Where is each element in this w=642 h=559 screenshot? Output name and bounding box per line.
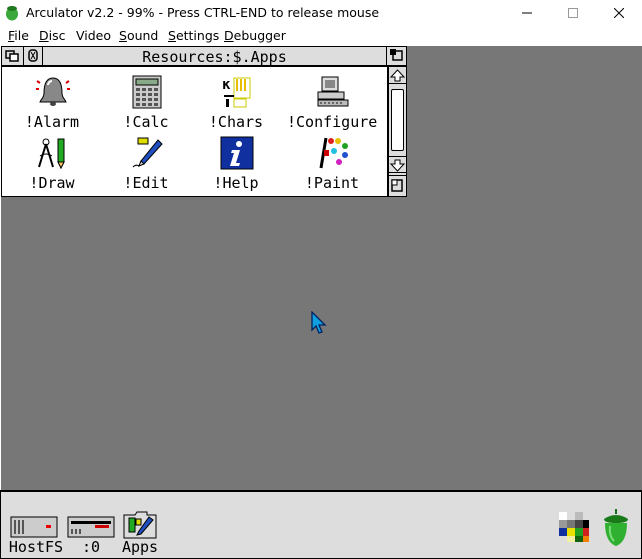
- toggle-size-icon: [390, 49, 403, 61]
- computer-icon: [317, 76, 349, 107]
- menu-label: ebugger: [233, 28, 286, 43]
- display-manager-icon: [559, 512, 589, 542]
- menu-debugger[interactable]: Debugger: [224, 28, 286, 43]
- window-title: Arculator v2.2 - 99% - Press CTRL-END to…: [26, 5, 380, 20]
- scroll-up-button[interactable]: [389, 67, 406, 84]
- menu-accel: S: [168, 28, 176, 43]
- back-button[interactable]: [2, 47, 24, 65]
- acorn-task-manager-icon: [604, 509, 628, 546]
- apps-folder-icon: [123, 511, 157, 539]
- bell-icon: [36, 77, 70, 106]
- minimize-button[interactable]: [504, 0, 550, 26]
- close-icon: [614, 8, 624, 18]
- maximize-button[interactable]: [550, 0, 596, 26]
- menu-label: ile: [14, 28, 29, 43]
- vertical-scrollbar[interactable]: [387, 67, 406, 196]
- palette-icon: [319, 137, 348, 169]
- hard-drive-icon: [10, 516, 58, 538]
- filer-close-button[interactable]: [24, 47, 43, 65]
- app-calc[interactable]: !Calc: [101, 75, 191, 135]
- app-label: !Edit: [123, 174, 169, 192]
- app-alarm[interactable]: !Alarm: [7, 75, 97, 135]
- info-icon: [220, 136, 254, 170]
- menu-accel: D: [224, 28, 234, 43]
- app-paint[interactable]: !Paint: [287, 136, 377, 196]
- window-titlebar[interactable]: Arculator v2.2 - 99% - Press CTRL-END to…: [0, 0, 642, 26]
- menu-label: ettings: [175, 28, 220, 43]
- iconbar-task-manager[interactable]: [601, 508, 631, 548]
- back-icon: [5, 50, 19, 62]
- iconbar-apps[interactable]: Apps: [105, 506, 175, 558]
- app-edit[interactable]: !Edit: [101, 136, 191, 196]
- iconbar-label: Apps: [121, 538, 159, 556]
- iconbar-display-manager[interactable]: [557, 510, 591, 544]
- arrow-up-icon: [389, 69, 406, 82]
- menu-disc[interactable]: Disc: [39, 28, 66, 43]
- app-label: !Chars: [208, 113, 264, 131]
- menu-video[interactable]: Video: [76, 28, 111, 43]
- pen-icon: [132, 137, 163, 168]
- compass-pen-icon: [38, 138, 65, 170]
- menu-accel: D: [39, 28, 49, 43]
- app-chars[interactable]: ĸ !Chars: [191, 75, 281, 135]
- acorn-icon: [6, 6, 18, 21]
- filer-titlebar[interactable]: Resources:$.Apps: [2, 47, 406, 67]
- app-label: !Draw: [29, 174, 75, 192]
- close-button[interactable]: [596, 0, 642, 26]
- filer-title: Resources:$.Apps: [142, 48, 287, 66]
- menu-label: Video: [76, 28, 112, 43]
- app-label: !Alarm: [24, 113, 80, 131]
- maximize-icon: [568, 8, 578, 18]
- arrow-down-icon: [389, 159, 406, 172]
- menu-file[interactable]: File: [8, 28, 29, 43]
- mouse-pointer-icon: [311, 311, 327, 334]
- toggle-size-button[interactable]: [386, 47, 406, 65]
- menu-accel: S: [119, 28, 127, 43]
- characters-icon: ĸ: [222, 77, 251, 108]
- menu-settings[interactable]: Settings: [168, 28, 219, 43]
- menu-sound[interactable]: Sound: [119, 28, 158, 43]
- resize-button[interactable]: [389, 175, 406, 194]
- app-label: !Help: [213, 174, 259, 192]
- app-label: !Calc: [123, 113, 169, 131]
- app-help[interactable]: !Help: [191, 136, 281, 196]
- calculator-icon: [132, 75, 162, 109]
- filer-window[interactable]: Resources:$.Apps !Alarm !Calc ĸ !Chars !…: [1, 46, 407, 197]
- svg-text:ĸ: ĸ: [222, 77, 231, 93]
- app-draw[interactable]: !Draw: [7, 136, 97, 196]
- minimize-icon: [522, 12, 532, 14]
- app-configure[interactable]: !Configure: [287, 75, 377, 135]
- resize-icon: [391, 179, 403, 192]
- filer-content: !Alarm !Calc ĸ !Chars !Configure !Draw !…: [2, 67, 387, 196]
- menubar: File Disc Video Sound Settings Debugger: [0, 26, 642, 45]
- menu-label: ound: [126, 28, 159, 43]
- menu-label: isc: [48, 28, 66, 43]
- close-icon: [28, 49, 38, 62]
- app-label: !Paint: [304, 174, 360, 192]
- app-label: !Configure: [287, 113, 378, 131]
- iconbar: HostFS :0 Apps: [0, 490, 642, 559]
- scroll-down-button[interactable]: [389, 156, 406, 173]
- scroll-thumb[interactable]: [391, 89, 404, 151]
